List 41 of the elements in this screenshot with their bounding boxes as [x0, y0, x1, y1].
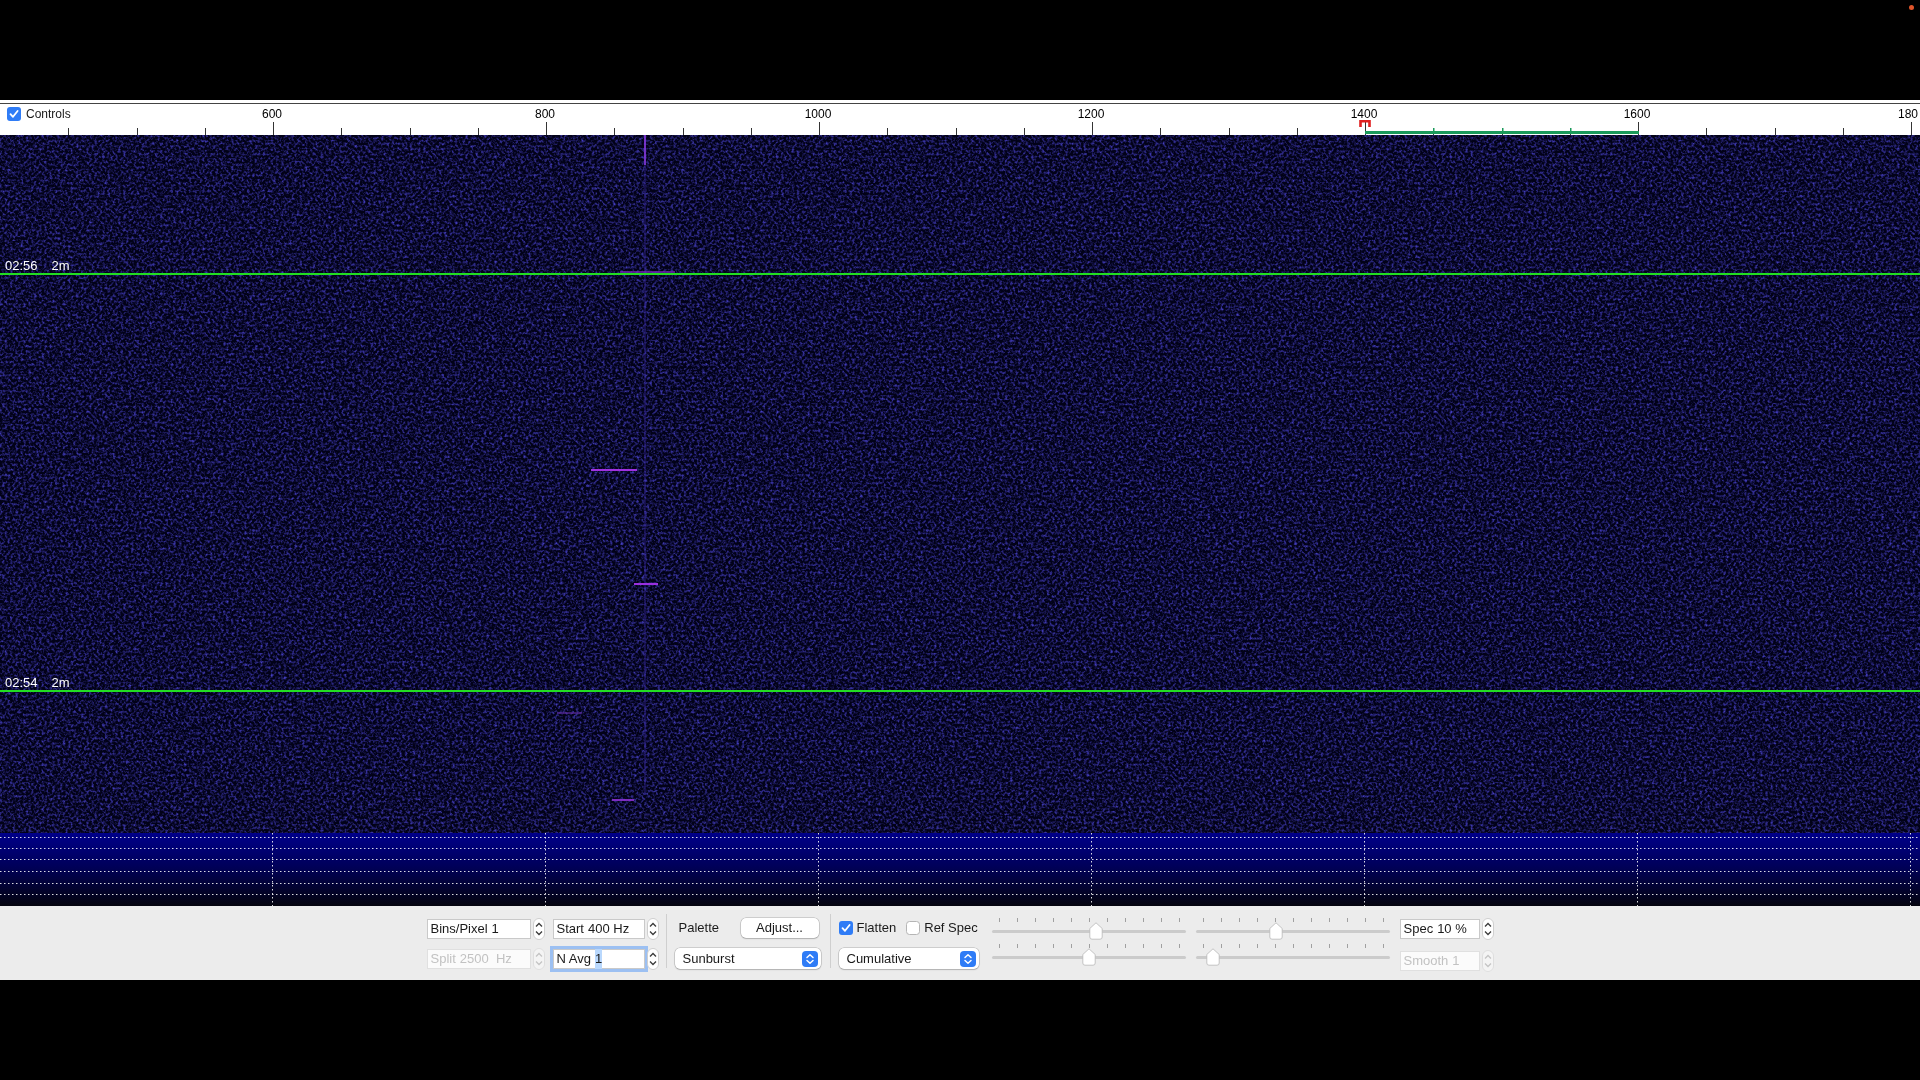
dropdown[interactable]: Cumulative	[838, 948, 979, 969]
checkbox[interactable]: Ref Spec	[906, 918, 978, 938]
checkbox[interactable]: Flatten	[838, 918, 897, 938]
frequency-label: 600	[262, 108, 282, 120]
slider-thumb[interactable]	[1081, 948, 1096, 966]
slider-thumb[interactable]	[1269, 922, 1284, 940]
chevron-updown-icon	[959, 950, 976, 967]
adjust-button[interactable]: Adjust...	[740, 918, 819, 938]
frequency-label: 1200	[1077, 108, 1105, 120]
number-field[interactable]: Spec 10 %	[1399, 919, 1480, 939]
checkbox[interactable]: Controls	[7, 107, 71, 121]
slider-track[interactable]	[991, 944, 1186, 966]
stepper-icon[interactable]	[646, 948, 659, 970]
frequency-label: 1000	[804, 108, 832, 120]
time-label: 02:56	[5, 259, 38, 273]
stepper-icon[interactable]	[1481, 918, 1494, 940]
slider-track[interactable]	[1195, 944, 1390, 966]
frequency-label: 180	[1897, 108, 1918, 120]
slider-thumb[interactable]	[1206, 948, 1221, 966]
slider-track[interactable]	[991, 918, 1186, 940]
duration-label: 2m	[51, 259, 70, 273]
dot-icon	[1909, 5, 1914, 10]
stepper-icon[interactable]	[532, 918, 545, 940]
checkbox-icon[interactable]	[906, 921, 921, 935]
stepper-icon[interactable]	[646, 918, 659, 940]
checkbox-icon[interactable]	[838, 921, 853, 935]
frequency-label: 800	[535, 108, 555, 120]
frequency-label: 1400	[1350, 108, 1378, 120]
slider-thumb[interactable]	[1088, 922, 1103, 940]
number-field[interactable]: Bins/Pixel 1	[426, 919, 531, 939]
duration-label: 2m	[51, 676, 70, 690]
chevron-updown-icon	[801, 950, 818, 967]
checkbox-icon[interactable]	[7, 107, 21, 121]
number-field[interactable]: Start 400 Hz	[552, 919, 645, 939]
marker-icon	[1359, 120, 1371, 127]
palette-label: Palette	[678, 919, 719, 938]
slider-track[interactable]	[1195, 918, 1390, 940]
frequency-label: 1600	[1623, 108, 1651, 120]
time-label: 02:54	[5, 676, 38, 690]
number-field[interactable]: N Avg 1	[552, 949, 645, 969]
dropdown[interactable]: Sunburst	[674, 948, 821, 969]
